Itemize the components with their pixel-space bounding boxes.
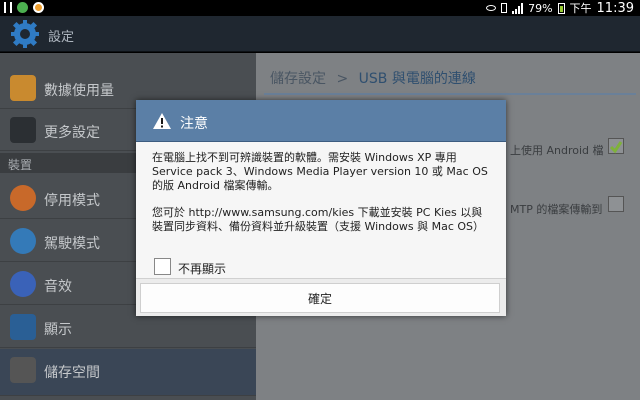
app-title: 設定 — [48, 30, 75, 45]
sidebar-item-label: 駕駛模式 — [44, 236, 100, 252]
blocking-mode-icon — [10, 185, 36, 211]
clock: 11:39 — [596, 0, 634, 16]
battery-icon — [557, 2, 565, 14]
sidebar-item-label: 儲存空間 — [44, 365, 100, 381]
display-icon — [10, 314, 36, 340]
dialog-title: 注意 — [180, 116, 208, 132]
system-icons: 79% 下午 11:39 — [486, 0, 634, 16]
breadcrumb-parent[interactable]: 儲存設定 — [270, 71, 326, 87]
breadcrumb-separator: > — [336, 71, 349, 87]
status-bar: 79% 下午 11:39 — [0, 0, 640, 16]
sidebar-item-label: 停用模式 — [44, 193, 100, 209]
action-bar: 設定 — [0, 16, 640, 52]
option-mtp-text: MTP 的檔案傳輸到 — [510, 203, 603, 216]
usb-icon — [4, 2, 12, 13]
do-not-show-again-checkbox[interactable] — [154, 258, 171, 275]
settings-gear-icon[interactable] — [10, 19, 40, 49]
dialog-message-1: 在電腦上找不到可辨識裝置的軟體。需安裝 Windows XP 專用 Servic… — [152, 151, 488, 192]
checkmark-icon — [609, 141, 623, 154]
dialog-message-2: 您可於 http://www.samsung.com/kies 下載並安裝 PC… — [152, 206, 485, 233]
eye-icon — [486, 5, 497, 11]
breadcrumb-current: USB 與電腦的連線 — [358, 71, 476, 87]
dialog-header: 注意 — [136, 100, 506, 142]
breadcrumb-divider — [264, 93, 636, 95]
vibrate-icon — [501, 3, 508, 13]
line-app-icon — [17, 2, 28, 13]
confirm-button[interactable]: 確定 — [140, 283, 500, 313]
option-media-device-text: 上使用 Android 檔 — [510, 144, 604, 157]
sidebar-item-storage[interactable]: 儲存空間 — [0, 349, 256, 396]
more-settings-icon — [10, 117, 36, 143]
do-not-show-again-label[interactable]: 不再顯示 — [178, 260, 226, 277]
warning-icon — [153, 113, 171, 129]
sidebar-item-label: 顯示 — [44, 322, 72, 338]
sidebar-item-label: 更多設定 — [44, 125, 100, 141]
battery-percent: 79% — [528, 1, 553, 15]
storage-icon — [10, 357, 36, 383]
data-usage-icon — [10, 75, 36, 101]
signal-icon — [512, 2, 524, 14]
sidebar-item-label: 數據使用量 — [44, 83, 114, 99]
chrome-icon — [33, 2, 44, 13]
time-period: 下午 — [569, 2, 592, 15]
mtp-checkbox[interactable] — [608, 196, 624, 212]
breadcrumb: 儲存設定 > USB 與電腦的連線 — [270, 68, 476, 88]
section-header-label: 裝置 — [8, 158, 33, 172]
dialog-button-bar: 確定 — [136, 278, 506, 316]
driving-mode-icon — [10, 228, 36, 254]
notice-dialog: 注意 在電腦上找不到可辨識裝置的軟體。需安裝 Windows XP 專用 Ser… — [136, 100, 506, 316]
sidebar-item-label: 音效 — [44, 279, 72, 295]
notification-icons — [4, 2, 44, 13]
sound-icon — [10, 271, 36, 297]
media-device-checkbox[interactable] — [608, 138, 624, 154]
